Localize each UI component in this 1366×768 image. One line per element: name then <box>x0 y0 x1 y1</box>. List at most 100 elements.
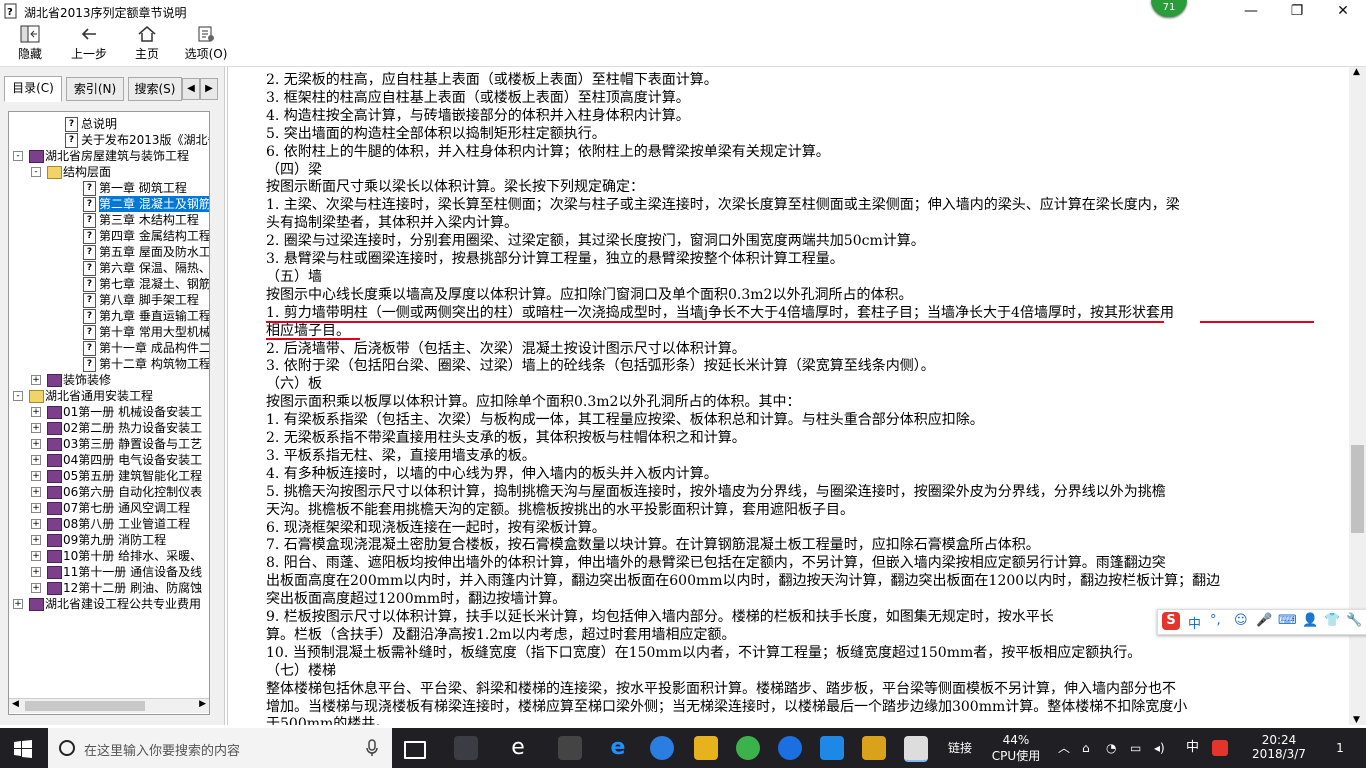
tab-index[interactable]: 索引(N) <box>66 77 124 101</box>
chevron-up-icon[interactable]: ︿ <box>1058 728 1070 768</box>
tree-item[interactable]: +04第四册 电气设备安装工 <box>9 452 209 468</box>
network-icon[interactable]: ⌂ <box>1082 728 1090 768</box>
tree-item[interactable]: +01第一册 机械设备安装工 <box>9 404 209 420</box>
options-button[interactable]: 选项(O) <box>183 24 229 64</box>
sogou-tray-icon[interactable] <box>1212 740 1228 756</box>
tree-item[interactable]: ?第十一章 成品构件二次 <box>9 340 209 356</box>
expand-icon[interactable]: + <box>31 503 41 513</box>
expand-icon[interactable]: + <box>31 567 41 577</box>
settings-wrench-icon[interactable]: 🔧 <box>1346 613 1362 628</box>
cpu-meter[interactable]: 44% CPU使用 <box>990 728 1042 768</box>
back-button[interactable]: 上一步 <box>66 24 112 64</box>
scroll-down-icon[interactable]: ▼ <box>1353 715 1360 725</box>
tree-item[interactable]: - 湖北省通用安装工程 <box>9 388 209 404</box>
tree-item[interactable]: + 装饰装修 <box>9 372 209 388</box>
expand-icon[interactable]: + <box>31 375 41 385</box>
scroll-right-icon[interactable]: ▶ <box>199 699 206 709</box>
tree-item[interactable]: ? 第九章 垂直运输工程 <box>9 308 209 324</box>
tree-item[interactable]: +06第六册 自动化控制仪表 <box>9 484 209 500</box>
g-browser-icon[interactable] <box>778 736 802 760</box>
windows-start-icon[interactable] <box>14 740 32 758</box>
punctuation-icon[interactable]: °, <box>1210 613 1221 628</box>
tree-item[interactable]: +08第八册 工业管道工程 <box>9 516 209 532</box>
collapse-icon[interactable]: - <box>31 167 41 177</box>
tree-item[interactable]: +09第九册 消防工程 <box>9 532 209 548</box>
clock[interactable]: 20:24 2018/3/7 <box>1244 728 1314 768</box>
green-app-icon[interactable] <box>736 736 760 760</box>
expand-icon[interactable]: + <box>31 551 41 561</box>
content-scroll-thumb[interactable] <box>1351 445 1364 533</box>
expand-icon[interactable]: + <box>31 423 41 433</box>
collapse-icon[interactable]: - <box>13 151 23 161</box>
help-app-taskbar-icon[interactable] <box>904 736 928 762</box>
tree-item[interactable]: + 湖北省建设工程公共专业费用 <box>9 596 209 612</box>
maximize-button[interactable]: ❐ <box>1274 0 1320 22</box>
ie-browser-icon[interactable]: e <box>506 736 530 760</box>
expand-icon[interactable]: + <box>31 519 41 529</box>
user-icon[interactable]: 👤 <box>1302 613 1318 628</box>
ie-blue-icon[interactable] <box>650 736 674 760</box>
expand-icon[interactable]: + <box>31 583 41 593</box>
tree-item[interactable]: ? 第十二章 构筑物工程 <box>9 356 209 372</box>
tab-scroll-right-icon[interactable]: ▶ <box>200 78 218 100</box>
notification-badge[interactable]: 71 <box>1151 0 1187 17</box>
tree-item[interactable]: ? 第七章 混凝土、钢筋 <box>9 276 209 292</box>
tree-item[interactable]: ? 第八章 脚手架工程 <box>9 292 209 308</box>
expand-icon[interactable]: + <box>31 407 41 417</box>
emoji-icon[interactable]: ☺ <box>1234 613 1248 628</box>
tree-item[interactable]: +02第二册 热力设备安装工 <box>9 420 209 436</box>
task-view-icon[interactable] <box>404 741 426 759</box>
edge-browser-icon[interactable]: e <box>606 736 630 760</box>
microphone-icon[interactable]: 🎤 <box>1256 613 1272 628</box>
expand-icon[interactable]: + <box>13 599 23 609</box>
tree-item[interactable]: +07第七册 通风空调工程 <box>9 500 209 516</box>
battery-icon[interactable]: ▭ <box>1130 728 1141 768</box>
tree-item[interactable]: ? 第三章 木结构工程 <box>9 212 209 228</box>
expand-icon[interactable]: + <box>31 487 41 497</box>
minimize-button[interactable]: — <box>1228 0 1274 22</box>
tree-horizontal-scrollbar[interactable]: ◀ ▶ <box>9 698 209 713</box>
tree-item[interactable]: ? 第十章 常用大型机械 <box>9 324 209 340</box>
tree-item[interactable]: - 湖北省房屋建筑与装饰工程 <box>9 148 209 164</box>
action-center-icon[interactable]: 1 <box>1326 728 1354 768</box>
scroll-left-icon[interactable]: ◀ <box>12 699 19 709</box>
tree-item[interactable]: +10第十册 给排水、采暖、 <box>9 548 209 564</box>
input-language[interactable]: 中 <box>1186 728 1199 768</box>
file-explorer-icon[interactable] <box>694 736 718 760</box>
collapse-icon[interactable]: - <box>13 391 23 401</box>
microphone-icon[interactable] <box>366 739 378 757</box>
link-toolbar[interactable]: 链接 <box>948 728 972 768</box>
app-settings-icon[interactable] <box>558 736 582 760</box>
expand-icon[interactable]: + <box>31 439 41 449</box>
scroll-up-icon[interactable]: ▲ <box>1353 67 1360 77</box>
sogou-logo-icon[interactable]: S <box>1162 612 1180 630</box>
tree-item[interactable]: ? 第二章 混凝土及钢筋 <box>9 196 209 212</box>
notes-app-icon[interactable] <box>862 736 886 760</box>
keyboard-icon[interactable]: ⌨ <box>1278 613 1297 628</box>
tree-item[interactable]: ?第六章 保温、隔热、防 <box>9 260 209 276</box>
tab-search[interactable]: 搜索(S) <box>128 77 182 101</box>
wifi-icon[interactable]: ◔ <box>1106 728 1116 768</box>
tree-item[interactable]: +12第十二册 刷油、防腐蚀 <box>9 580 209 596</box>
hide-button[interactable]: 隐藏 <box>10 24 50 64</box>
expand-icon[interactable]: + <box>31 471 41 481</box>
expand-icon[interactable]: + <box>31 455 41 465</box>
tab-contents[interactable]: 目录(C) <box>4 76 62 102</box>
volume-icon[interactable]: ◂) <box>1154 728 1165 768</box>
tree-item[interactable]: +05第五册 建筑智能化工程 <box>9 468 209 484</box>
tree-item[interactable]: +11第十一册 通信设备及线 <box>9 564 209 580</box>
tree-item[interactable]: ? 第四章 金属结构工程 <box>9 228 209 244</box>
blue-cross-app-icon[interactable] <box>820 736 844 760</box>
tree-item[interactable]: ?第五章 屋面及防水工程 <box>9 244 209 260</box>
tree-item[interactable]: +03第三册 静置设备与工艺 <box>9 436 209 452</box>
close-button[interactable]: ✕ <box>1320 0 1366 22</box>
skin-icon[interactable]: 👕 <box>1324 613 1340 628</box>
tree-item[interactable]: ? 总说明 <box>9 116 209 132</box>
taskbar-search-box[interactable]: 在这里输入你要搜索的内容 <box>48 728 392 768</box>
expand-icon[interactable]: + <box>31 535 41 545</box>
tree-scroll-thumb[interactable] <box>25 701 145 711</box>
tree-item[interactable]: ?关于发布2013版《湖北省房屋 <box>9 132 209 148</box>
ime-lang-indicator[interactable]: 中 <box>1188 613 1201 632</box>
home-button[interactable]: 主页 <box>130 24 164 64</box>
tree-item[interactable]: ? 第一章 砌筑工程 <box>9 180 209 196</box>
